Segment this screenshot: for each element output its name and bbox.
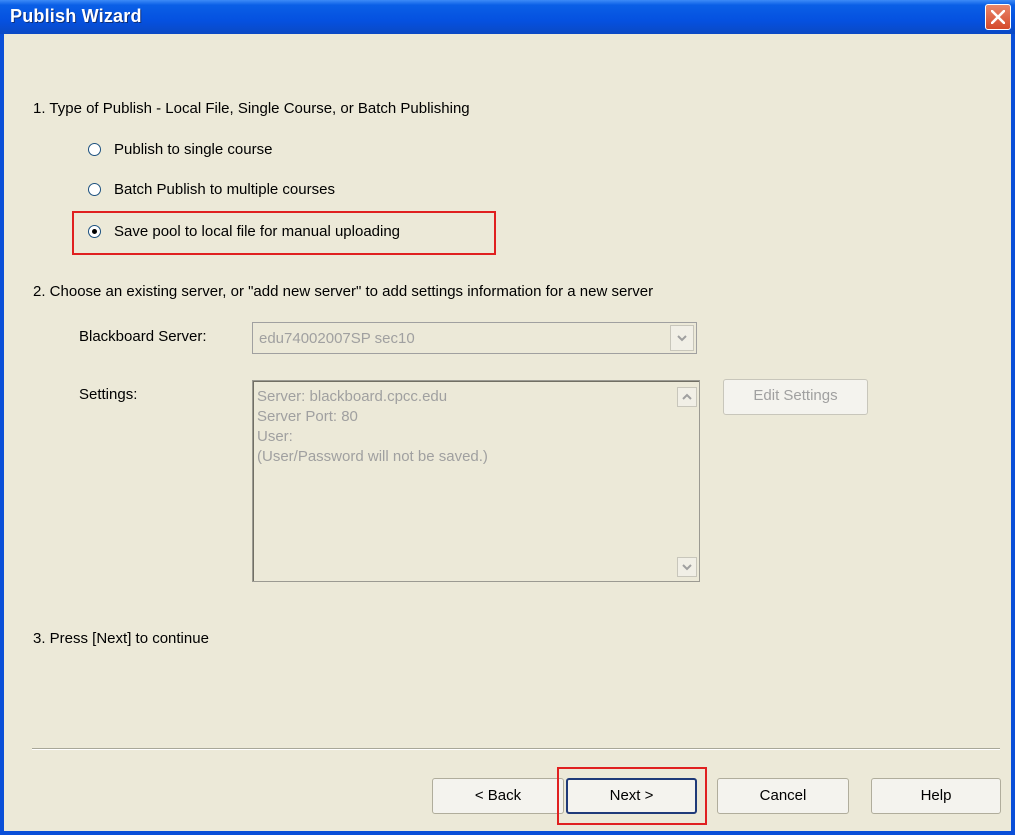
back-button[interactable]: < Back: [432, 778, 564, 814]
dropdown-arrow-button[interactable]: [670, 325, 694, 351]
settings-server-line: Server: blackboard.cpcc.edu: [257, 388, 448, 405]
title-bar: Publish Wizard: [0, 0, 1015, 34]
step1-label: 1. Type of Publish - Local File, Single …: [33, 100, 470, 117]
radio-single-course-label[interactable]: Publish to single course: [114, 141, 272, 158]
scroll-up-button[interactable]: [677, 387, 697, 407]
close-button[interactable]: [985, 4, 1011, 30]
scroll-up-icon: [682, 393, 692, 400]
settings-lines: Server: blackboard.cpcc.edu Server Port:…: [257, 387, 488, 467]
server-select[interactable]: edu74002007SP sec10: [252, 322, 697, 354]
radio-batch-publish[interactable]: [88, 183, 101, 196]
server-label: Blackboard Server:: [79, 328, 207, 345]
settings-user-line: User:: [257, 428, 293, 445]
close-icon: [991, 10, 1005, 24]
settings-port-line: Server Port: 80: [257, 408, 358, 425]
next-button-highlight: [557, 767, 707, 825]
help-button[interactable]: Help: [871, 778, 1001, 814]
footer-divider: [32, 748, 1000, 750]
save-local-highlight: [72, 211, 496, 255]
radio-single-course[interactable]: [88, 143, 101, 156]
step2-label: 2. Choose an existing server, or "add ne…: [33, 283, 654, 300]
chevron-down-icon: [677, 335, 687, 342]
scroll-down-icon: [682, 564, 692, 571]
settings-label: Settings:: [79, 386, 138, 403]
cancel-button[interactable]: Cancel: [717, 778, 849, 814]
settings-note-line: (User/Password will not be saved.): [257, 448, 488, 465]
window-title: Publish Wizard: [10, 6, 142, 26]
server-select-value: edu74002007SP sec10: [259, 330, 415, 347]
settings-textarea[interactable]: Server: blackboard.cpcc.edu Server Port:…: [252, 380, 700, 582]
edit-settings-button[interactable]: Edit Settings: [723, 379, 868, 415]
step3-label: 3. Press [Next] to continue: [33, 630, 209, 647]
radio-batch-publish-label[interactable]: Batch Publish to multiple courses: [114, 181, 335, 198]
scroll-down-button[interactable]: [677, 557, 697, 577]
